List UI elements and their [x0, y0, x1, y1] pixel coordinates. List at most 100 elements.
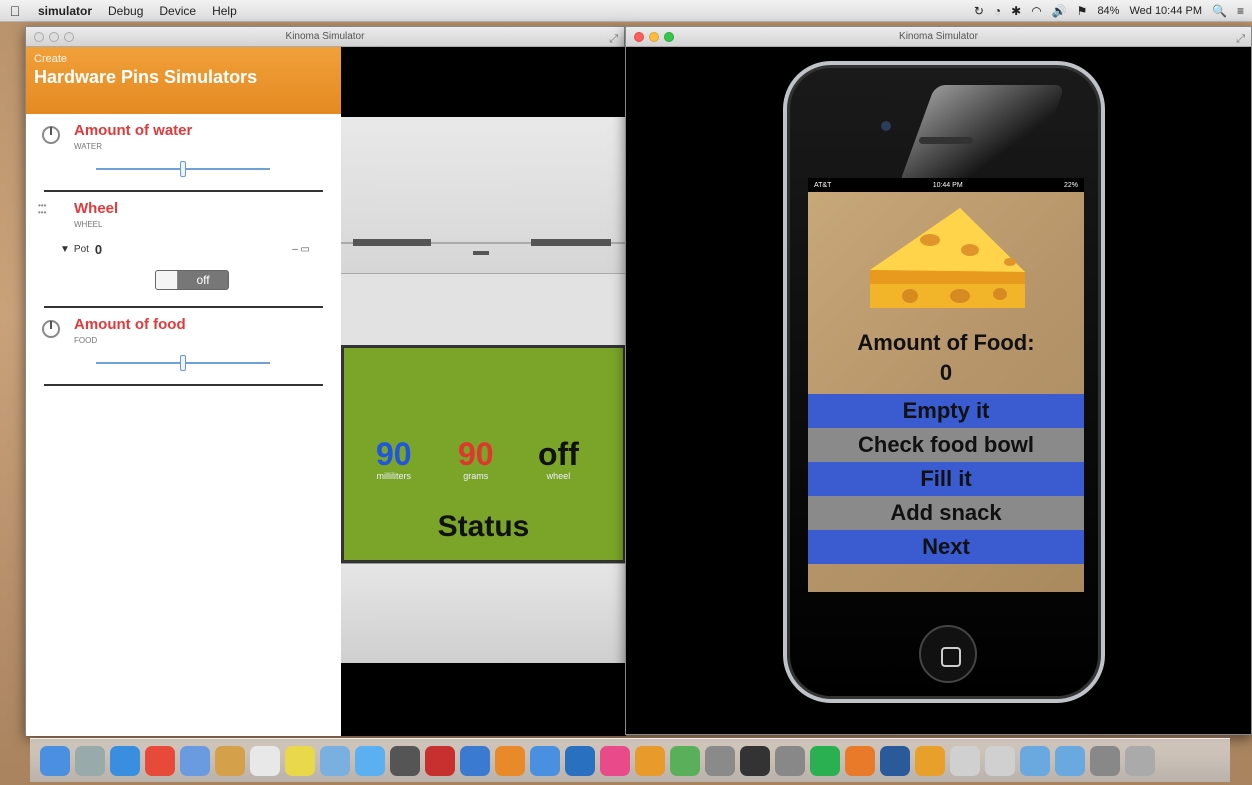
wheel-toggle[interactable]: off — [155, 270, 229, 290]
battery-percent[interactable]: 84% — [1097, 5, 1119, 17]
pin-water: Amount of water WATER — [42, 114, 323, 192]
menu-bar:  simulator Debug Device Help ↻ ◔ ✱ ◠ 🔊 … — [0, 0, 1252, 22]
window-controls — [34, 32, 74, 42]
hardware-simulator-window: Kinoma Simulator ⤢ Create Hardware Pins … — [25, 26, 626, 736]
spotlight-icon[interactable]: 🔍 — [1212, 4, 1227, 18]
window-titlebar[interactable]: Kinoma Simulator ⤢ — [626, 27, 1251, 47]
device-body: 90 milliliters 90 grams off wheel Status — [341, 47, 626, 736]
front-camera — [881, 121, 891, 131]
sync-icon[interactable]: ↻ — [974, 4, 984, 18]
phone-status-bar: AT&T 10:44 PM 22% — [808, 178, 1084, 192]
phone-battery: 22% — [1063, 181, 1078, 189]
sublime-icon[interactable] — [845, 745, 875, 776]
zoom-button[interactable] — [664, 32, 674, 42]
github-icon[interactable] — [740, 745, 770, 776]
empty-it-button[interactable]: Empty it — [808, 394, 1084, 428]
notification-center-icon[interactable]: ≡ — [1237, 4, 1244, 18]
apple-menu-icon[interactable]:  — [0, 3, 30, 19]
iphone-frame: AT&T 10:44 PM 22% Amount of Food: 0 Empt… — [783, 61, 1105, 703]
pages-icon[interactable] — [495, 745, 525, 776]
amount-value: 0 — [939, 360, 953, 385]
pin-wheel: ••• ••• Wheel WHEEL ▼ Pot 0 – ▭ off — [38, 192, 323, 308]
knob-icon[interactable] — [42, 320, 60, 338]
chrome-icon[interactable] — [145, 745, 175, 776]
photo-booth-icon[interactable] — [425, 745, 455, 776]
device-bottom-panel — [341, 563, 626, 663]
disclosure-triangle-icon[interactable]: ▼ — [60, 244, 70, 255]
fullscreen-icon[interactable]: ⤢ — [609, 29, 618, 49]
folder-icon[interactable] — [1020, 745, 1050, 776]
photos-icon[interactable] — [320, 745, 350, 776]
menubar-clock[interactable]: Wed 10:44 PM — [1129, 5, 1202, 17]
wheel-icon: ••• ••• — [38, 201, 47, 217]
knob-icon[interactable] — [42, 126, 60, 144]
time-machine-icon[interactable]: ◔ — [994, 4, 1001, 18]
simulator-icon[interactable] — [950, 745, 980, 776]
glass-reflection — [898, 85, 1066, 185]
water-slider[interactable] — [96, 161, 270, 177]
itunes-icon[interactable] — [600, 745, 630, 776]
downloads-icon[interactable] — [1055, 745, 1085, 776]
launchpad-icon[interactable] — [75, 745, 105, 776]
ibooks-icon[interactable] — [635, 745, 665, 776]
safari-icon[interactable] — [110, 745, 140, 776]
toggle-label: off — [196, 273, 210, 287]
messages-icon[interactable] — [355, 745, 385, 776]
wheel-value: off — [538, 436, 579, 472]
menu-debug[interactable]: Debug — [100, 4, 151, 18]
device-mid-panel — [341, 273, 626, 345]
pot-label: Pot — [73, 244, 89, 255]
close-button[interactable] — [34, 32, 44, 42]
wifi-icon[interactable]: ◠ — [1031, 4, 1041, 18]
amount-label: Amount of Food: — [857, 330, 1035, 355]
trash-icon[interactable] — [1125, 745, 1155, 776]
carrier-label: AT&T — [814, 181, 832, 189]
stickies-icon[interactable] — [285, 745, 315, 776]
slider-thumb[interactable] — [180, 355, 186, 371]
instruments-icon[interactable] — [915, 745, 945, 776]
window-titlebar[interactable]: Kinoma Simulator ⤢ — [26, 27, 624, 47]
amount-of-food: Amount of Food: 0 — [808, 328, 1084, 388]
preview-icon[interactable] — [180, 745, 210, 776]
facetime-icon[interactable] — [390, 745, 420, 776]
finder-icon[interactable] — [40, 745, 70, 776]
calendar-icon[interactable] — [250, 745, 280, 776]
menu-simulator[interactable]: simulator — [30, 4, 100, 18]
volume-icon[interactable]: 🔊 — [1052, 4, 1067, 18]
dock — [30, 738, 1230, 782]
flag-icon[interactable]: ⚑ — [1077, 4, 1088, 18]
slider-thumb[interactable] — [180, 161, 186, 177]
fill-it-button[interactable]: Fill it — [808, 462, 1084, 496]
food-unit: grams — [463, 471, 489, 481]
status-area: ↻ ◔ ✱ ◠ 🔊 ⚑ 84% Wed 10:44 PM 🔍 ≡ — [974, 4, 1252, 18]
fullscreen-icon[interactable]: ⤢ — [1236, 29, 1245, 49]
next-button[interactable]: Next — [808, 530, 1084, 564]
check-food-bowl-button[interactable]: Check food bowl — [808, 428, 1084, 462]
minimize-button[interactable] — [49, 32, 59, 42]
system-prefs-icon[interactable] — [775, 745, 805, 776]
zoom-button[interactable] — [64, 32, 74, 42]
simulator2-icon[interactable] — [985, 745, 1015, 776]
mini-toggle-icon[interactable]: – ▭ — [292, 244, 310, 255]
keynote-icon[interactable] — [530, 745, 560, 776]
close-button[interactable] — [634, 32, 644, 42]
bluetooth-icon[interactable]: ✱ — [1011, 4, 1021, 18]
toggle-knob[interactable] — [156, 271, 178, 289]
calculator-icon[interactable] — [1090, 745, 1120, 776]
xcode-icon[interactable] — [565, 745, 595, 776]
notes-icon[interactable] — [215, 745, 245, 776]
menu-device[interactable]: Device — [151, 4, 204, 18]
spotify-icon[interactable] — [810, 745, 840, 776]
home-button[interactable] — [919, 625, 977, 683]
pins-panel: Create Hardware Pins Simulators Amount o… — [26, 47, 341, 736]
pin-subtitle: WHEEL — [74, 220, 103, 229]
digital-color-icon[interactable] — [705, 745, 735, 776]
menu-help[interactable]: Help — [204, 4, 245, 18]
maps-icon[interactable] — [670, 745, 700, 776]
add-snack-button[interactable]: Add snack — [808, 496, 1084, 530]
connector-bar — [353, 239, 431, 246]
minimize-button[interactable] — [649, 32, 659, 42]
sgm-icon[interactable] — [880, 745, 910, 776]
food-slider[interactable] — [96, 355, 270, 371]
app-store-icon[interactable] — [460, 745, 490, 776]
